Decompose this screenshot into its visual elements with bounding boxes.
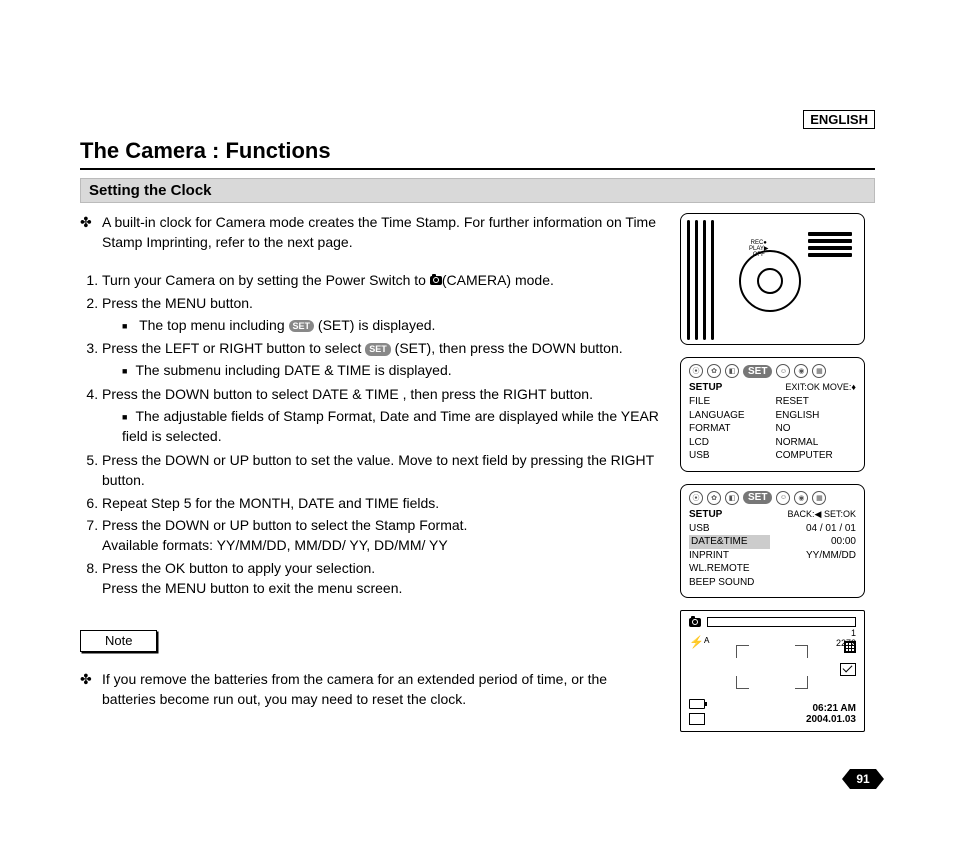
flash-icon: ⚡ᴬ: [689, 635, 709, 649]
mode-dial-icon: [739, 250, 801, 312]
figure-camera-display: 1 2272 ⚡ᴬ 06:21 AM 2004.01.03: [680, 610, 865, 732]
battery-icon: [689, 699, 705, 709]
selected-item: DATE&TIME: [689, 535, 770, 549]
grip-icon: [808, 232, 852, 266]
set-pill-icon: SET: [365, 343, 391, 356]
step-2: Press the MENU button. The top menu incl…: [102, 294, 660, 336]
shot-count: 1: [689, 629, 856, 639]
display-time: 06:21 AM: [806, 703, 856, 714]
dial-labels: REC● PLAY▶ OFF: [749, 240, 769, 258]
menu-title: SETUP: [689, 509, 722, 520]
note-text: If you remove the batteries from the cam…: [80, 670, 660, 710]
note-label: Note: [80, 630, 157, 652]
language-tag: ENGLISH: [803, 110, 875, 129]
title-underline: [80, 168, 875, 170]
menu-hint: EXIT:OK MOVE:♦: [785, 382, 856, 393]
menu-values: 04 / 01 / 0100:00YY/MM/DD: [776, 522, 857, 590]
instruction-column: A built-in clock for Camera mode creates…: [80, 213, 660, 732]
progress-bar: [707, 617, 856, 627]
menu-values: RESETENGLISHNONORMALCOMPUTER: [776, 395, 857, 463]
display-date: 2004.01.03: [806, 714, 856, 725]
step-4: Press the DOWN button to select DATE & T…: [102, 385, 660, 447]
card-icon: [689, 713, 705, 725]
lead-paragraph: A built-in clock for Camera mode creates…: [80, 213, 660, 253]
figure-setup-menu: ⦿✿◧ SET ☺◉▦ SETUP EXIT:OK MOVE:♦ FILELAN…: [680, 357, 865, 472]
step-7: Press the DOWN or UP button to select th…: [102, 516, 660, 556]
set-tab: SET: [743, 491, 772, 504]
figure-column: REC● PLAY▶ OFF ⦿✿◧ SET ☺◉▦ SETUP EXIT:OK…: [680, 213, 865, 732]
menu-tab-bar: ⦿✿◧ SET ☺◉▦: [689, 364, 856, 378]
menu-hint: BACK:◀ SET:OK: [788, 509, 856, 520]
menu-tab-bar: ⦿✿◧ SET ☺◉▦: [689, 491, 856, 505]
page-title: The Camera : Functions: [80, 138, 875, 164]
figure-power-switch: REC● PLAY▶ OFF: [680, 213, 865, 345]
step-3: Press the LEFT or RIGHT button to select…: [102, 339, 660, 381]
step-5: Press the DOWN or UP button to set the v…: [102, 451, 660, 491]
figure-datetime-menu: ⦿✿◧ SET ☺◉▦ SETUP BACK:◀ SET:OK USB DATE…: [680, 484, 865, 599]
menu-keys: USB DATE&TIME INPRINTWL.REMOTEBEEP SOUND: [689, 522, 770, 590]
review-icon: [840, 663, 856, 676]
set-tab: SET: [743, 365, 772, 378]
focus-brackets: [736, 645, 808, 689]
menu-keys: FILELANGUAGEFORMATLCDUSB: [689, 395, 770, 463]
menu-title: SETUP: [689, 382, 722, 393]
section-heading: Setting the Clock: [80, 178, 875, 203]
page-number: 91: [850, 769, 876, 789]
camera-icon: [430, 276, 442, 285]
set-pill-icon: SET: [289, 320, 315, 333]
camera-icon: [689, 618, 701, 627]
step-6: Repeat Step 5 for the MONTH, DATE and TI…: [102, 494, 660, 514]
steps-list: Turn your Camera on by setting the Power…: [80, 271, 660, 599]
step-1: Turn your Camera on by setting the Power…: [102, 271, 660, 291]
quality-icon: [844, 641, 856, 653]
step-8: Press the OK button to apply your select…: [102, 559, 660, 599]
